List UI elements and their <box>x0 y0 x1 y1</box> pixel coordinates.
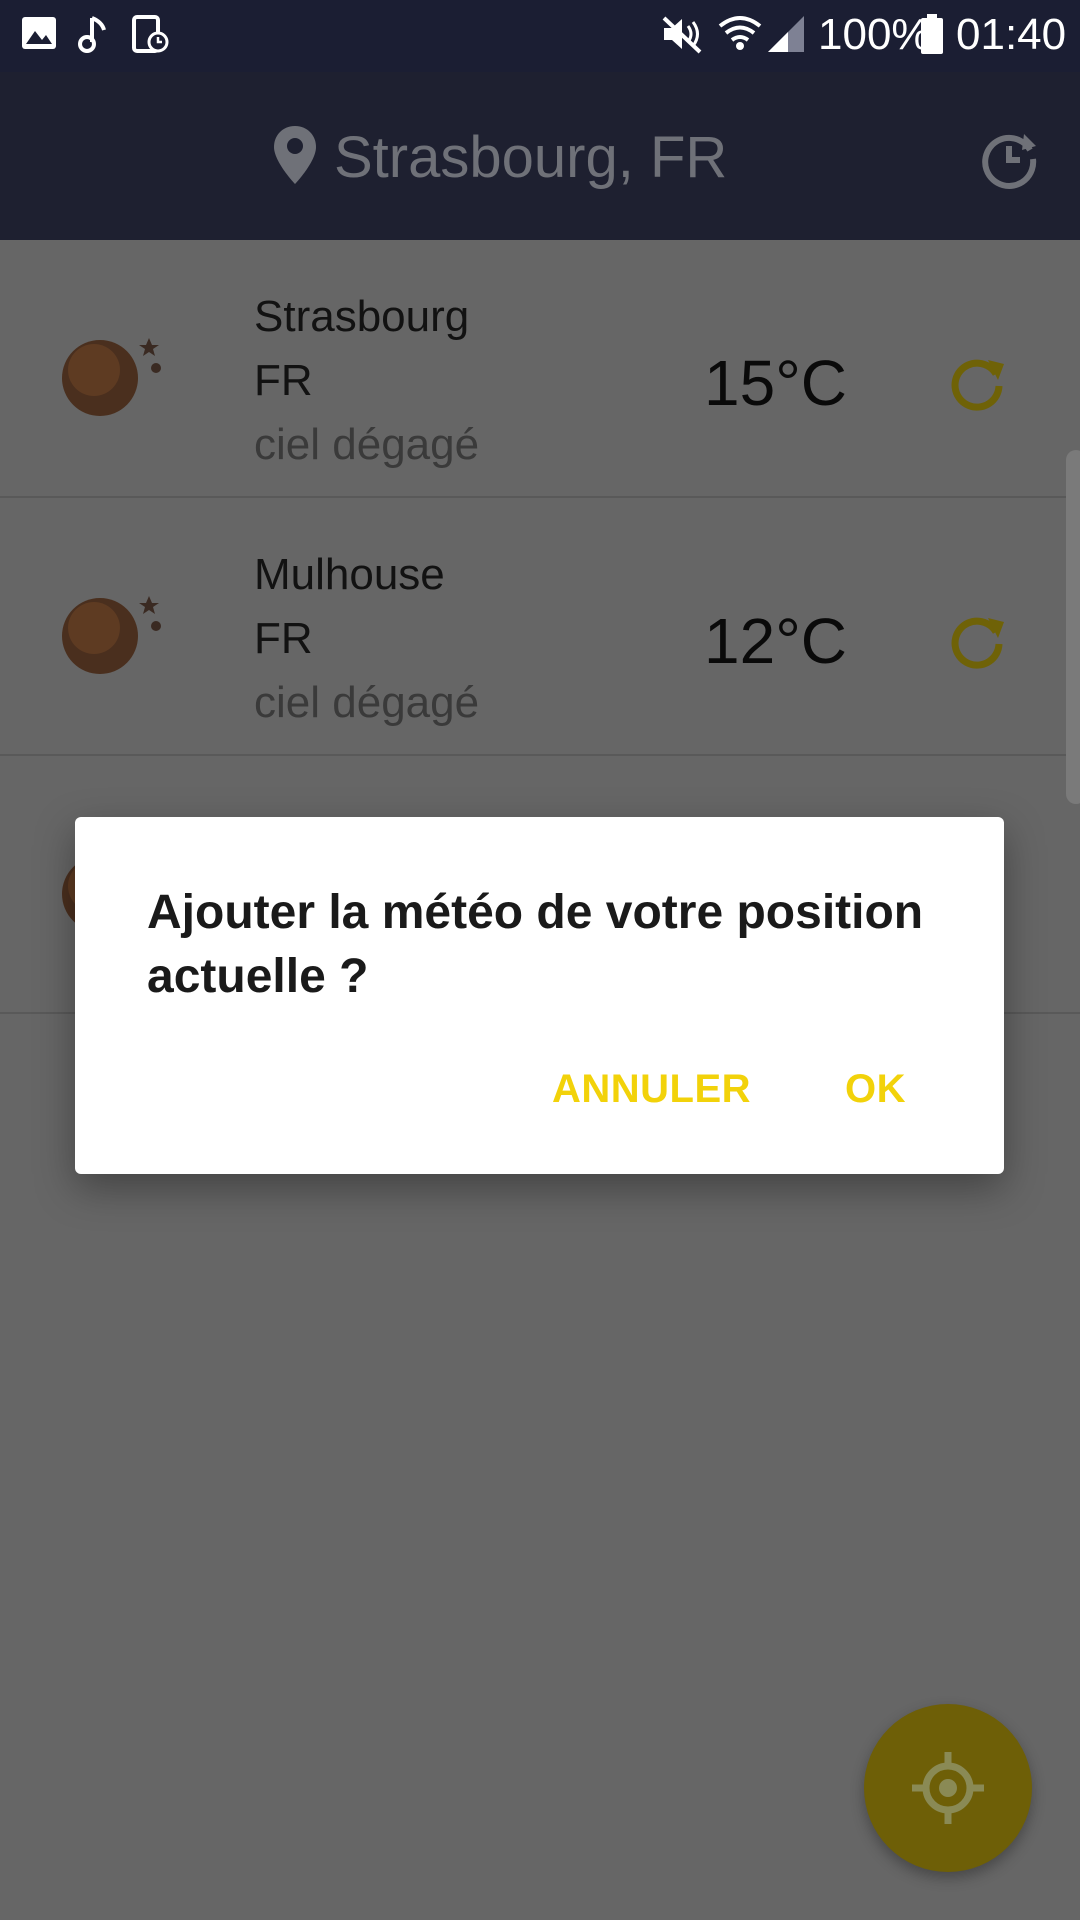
list-item[interactable]: Mulhouse FR ciel dégagé 12°C <box>0 498 1080 756</box>
refresh-icon[interactable] <box>946 610 1008 677</box>
history-icon[interactable] <box>978 128 1040 195</box>
status-bar: 100% 01:40 <box>0 0 1080 72</box>
city-name: Mulhouse <box>254 550 445 599</box>
gps-crosshair-icon <box>912 1752 984 1824</box>
ok-button[interactable]: OK <box>845 1067 906 1112</box>
clear-night-moon-icon <box>60 592 170 683</box>
current-location-title: Strasbourg, FR <box>334 125 728 190</box>
screen-timer-icon <box>130 14 170 59</box>
battery-percent: 100% <box>818 10 931 59</box>
mute-icon <box>660 14 704 59</box>
scrollbar[interactable] <box>1066 450 1080 804</box>
country-code: FR <box>254 356 313 405</box>
app-toolbar: Strasbourg, FR <box>0 72 1080 240</box>
add-location-dialog: Ajouter la météo de votre position actue… <box>75 817 1004 1174</box>
list-item[interactable]: Strasbourg FR ciel dégagé 15°C <box>0 240 1080 498</box>
dialog-title: Ajouter la météo de votre position actue… <box>147 886 924 1003</box>
weather-description: ciel dégagé <box>254 420 480 469</box>
locate-me-button[interactable] <box>864 1704 1032 1872</box>
cancel-button[interactable]: ANNULER <box>552 1067 751 1112</box>
temperature: 15°C <box>704 347 847 419</box>
music-note-icon <box>76 14 110 59</box>
clock: 01:40 <box>956 10 1067 59</box>
location-pin-icon <box>272 124 318 191</box>
weather-description: ciel dégagé <box>254 678 480 727</box>
country-code: FR <box>254 614 313 663</box>
temperature: 12°C <box>704 605 847 677</box>
clear-night-moon-icon <box>60 334 170 425</box>
signal-icon <box>766 14 806 59</box>
refresh-icon[interactable] <box>946 352 1008 419</box>
battery-icon <box>920 14 944 61</box>
city-name: Strasbourg <box>254 292 470 341</box>
image-icon <box>20 14 58 57</box>
wifi-icon <box>718 14 762 59</box>
